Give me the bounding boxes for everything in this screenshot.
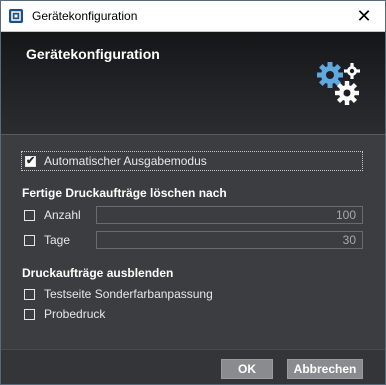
auto-mode-checkbox[interactable]: ✔ (25, 155, 36, 167)
settings-panel: ✔ Automatischer Ausgabemodus Fertige Dru… (1, 135, 385, 349)
days-checkbox[interactable] (24, 235, 35, 246)
gears-icon (317, 62, 360, 105)
dialog-header: Gerätekonfiguration (1, 32, 385, 134)
count-label: Anzahl (44, 208, 81, 222)
title-bar: Gerätekonfiguration ✕ (1, 1, 385, 32)
app-icon (9, 9, 23, 23)
spot-test-label: Testseite Sonderfarbanpassung (44, 287, 213, 301)
days-input[interactable]: 30 (96, 231, 363, 249)
auto-mode-label: Automatischer Ausgabemodus (44, 154, 207, 168)
proof-checkbox[interactable] (24, 309, 35, 320)
dialog-footer: OK Abbrechen (1, 349, 385, 384)
count-input[interactable]: 100 (96, 206, 363, 224)
ok-button[interactable]: OK (221, 359, 273, 379)
hide-section-title: Druckaufträge ausblenden (22, 266, 174, 280)
spot-test-checkbox[interactable] (24, 289, 35, 300)
delete-section-title: Fertige Druckaufträge löschen nach (22, 186, 227, 200)
header-title: Gerätekonfiguration (26, 46, 160, 62)
dialog-window: Gerätekonfiguration ✕ Gerätekonfiguratio… (0, 0, 386, 385)
cancel-button[interactable]: Abbrechen (287, 359, 363, 379)
checkmark-icon: ✔ (26, 155, 36, 167)
days-label: Tage (44, 233, 71, 247)
proof-label: Probedruck (44, 307, 106, 321)
count-checkbox[interactable] (24, 210, 35, 221)
close-icon[interactable]: ✕ (343, 1, 385, 31)
window-title: Gerätekonfiguration (32, 9, 138, 23)
